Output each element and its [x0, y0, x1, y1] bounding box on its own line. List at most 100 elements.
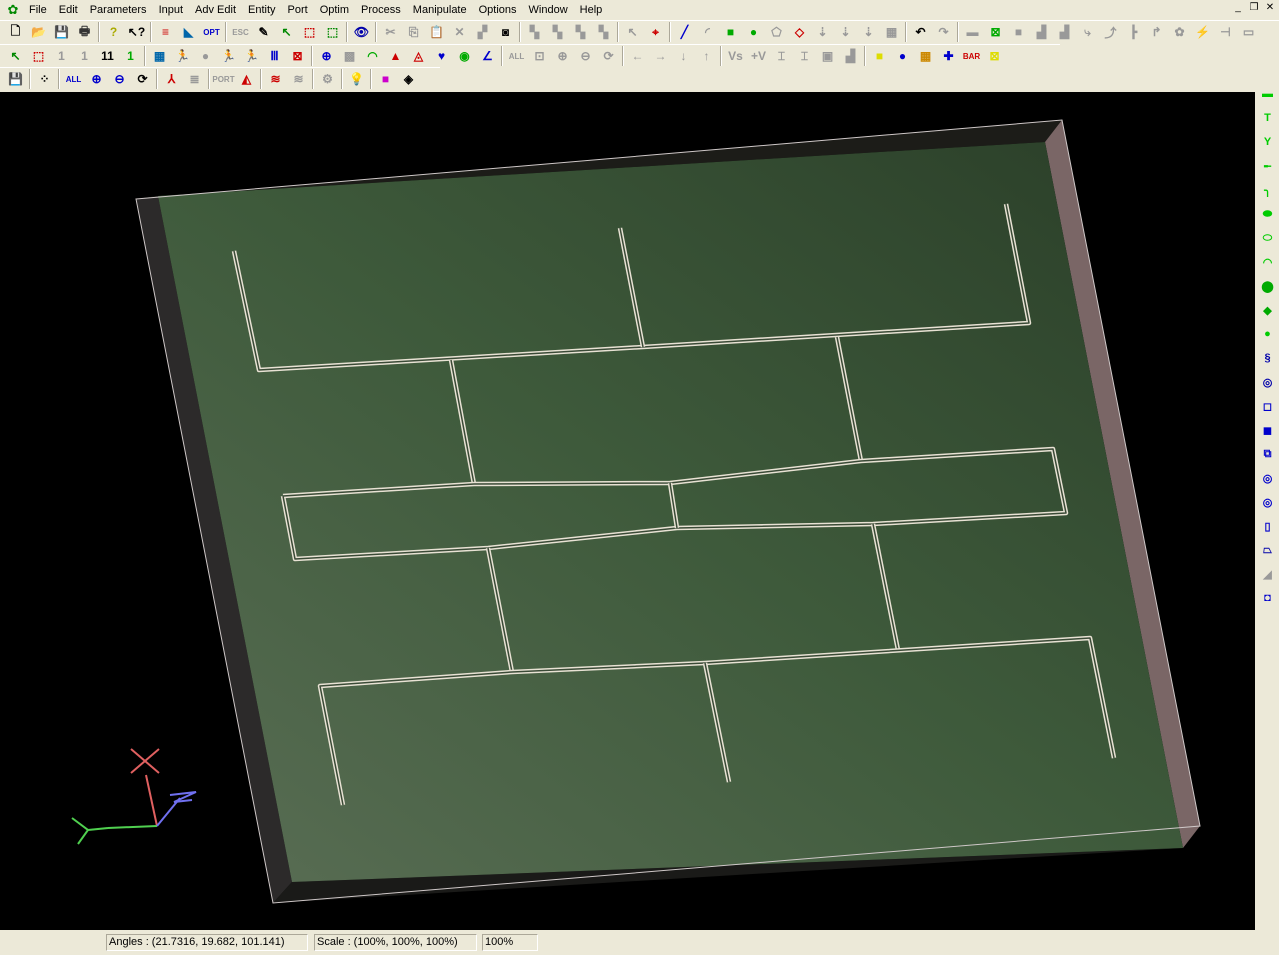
all-icon[interactable]: ALL — [62, 68, 85, 90]
copy-icon[interactable]: ⎘ — [402, 21, 425, 43]
box1c-icon[interactable]: 1 — [119, 45, 142, 67]
close-button[interactable]: ✕ — [1263, 2, 1277, 15]
align3-icon[interactable]: ▚ — [569, 21, 592, 43]
zoom-out-icon[interactable]: ⊖ — [108, 68, 131, 90]
box1b-icon[interactable]: 1 — [73, 45, 96, 67]
box1-icon[interactable]: 1 — [50, 45, 73, 67]
save-icon[interactable]: 💾 — [50, 21, 73, 43]
tool12-icon[interactable]: ⊣ — [1214, 21, 1237, 43]
run3-icon[interactable]: 🏃 — [240, 45, 263, 67]
angle-icon[interactable]: ◭ — [235, 68, 258, 90]
menu-window[interactable]: Window — [523, 4, 574, 16]
restore-button[interactable]: ❐ — [1247, 2, 1261, 15]
helix-icon[interactable]: ◎ — [1256, 370, 1279, 394]
context-help-icon[interactable]: ↖? — [125, 21, 148, 43]
undo-icon[interactable]: ↶ — [909, 21, 932, 43]
dim2-icon[interactable]: ⌶ — [793, 45, 816, 67]
align1-icon[interactable]: ▚ — [523, 21, 546, 43]
tool5-icon[interactable]: ▟ — [1053, 21, 1076, 43]
cut-icon[interactable]: ✂ — [379, 21, 402, 43]
tool10-icon[interactable]: ✿ — [1168, 21, 1191, 43]
sphere-icon[interactable]: ● — [891, 45, 914, 67]
align4-icon[interactable]: ▚ — [592, 21, 615, 43]
mesh-icon[interactable]: ▦ — [148, 45, 171, 67]
bar-icon[interactable]: BAR — [960, 45, 983, 67]
copy-shape-icon[interactable]: ⧉ — [1256, 442, 1279, 466]
snap-icon[interactable]: ⌖ — [644, 21, 667, 43]
menu-entity[interactable]: Entity — [242, 4, 282, 16]
menu-options[interactable]: Options — [473, 4, 523, 16]
tool11-icon[interactable]: ⚡ — [1191, 21, 1214, 43]
all-icon[interactable]: ALL — [505, 45, 528, 67]
tool2-icon[interactable]: ⊠ — [984, 21, 1007, 43]
spiral-icon[interactable]: § — [1256, 346, 1279, 370]
color-box-icon[interactable]: ■ — [374, 68, 397, 90]
tube-icon[interactable]: ▯ — [1256, 514, 1279, 538]
y-junction-icon[interactable]: Y — [1256, 130, 1279, 154]
align2-icon[interactable]: ▚ — [546, 21, 569, 43]
menu-help[interactable]: Help — [574, 4, 609, 16]
up-arrow-icon[interactable]: ↑ — [695, 45, 718, 67]
box-icon[interactable]: ▣ — [816, 45, 839, 67]
wave-icon[interactable]: ≋ — [264, 68, 287, 90]
xy-icon[interactable]: ⊠ — [983, 45, 1006, 67]
3d-scene[interactable] — [0, 92, 1255, 930]
delete-icon[interactable]: ✕ — [448, 21, 471, 43]
app-logo-icon[interactable]: ✿ — [3, 1, 23, 19]
opt-icon[interactable]: OPT — [200, 21, 223, 43]
refresh-icon[interactable]: ⟳ — [597, 45, 620, 67]
snapshot-icon[interactable]: ◙ — [494, 21, 517, 43]
line-tool-icon[interactable]: ▬ — [1256, 82, 1279, 106]
select-box2-icon[interactable]: ⬚ — [321, 21, 344, 43]
axes-icon[interactable]: ⅄ — [160, 68, 183, 90]
right-arrow-icon[interactable]: → — [649, 45, 672, 67]
graph-icon[interactable]: ∠ — [476, 45, 499, 67]
select-box-icon[interactable]: ⬚ — [298, 21, 321, 43]
menu-port[interactable]: Port — [282, 4, 314, 16]
plot-icon[interactable]: ▩ — [338, 45, 361, 67]
square-icon[interactable]: ◻ — [1256, 394, 1279, 418]
rectangle-icon[interactable]: ■ — [719, 21, 742, 43]
shape-icon[interactable]: ◇ — [788, 21, 811, 43]
minimize-button[interactable]: _ — [1231, 2, 1245, 15]
stop-icon[interactable]: ● — [194, 45, 217, 67]
polygon-icon[interactable]: ⬠ — [765, 21, 788, 43]
box11-icon[interactable]: 11 — [96, 45, 119, 67]
3d-view-canvas[interactable] — [0, 92, 1255, 930]
dim1-icon[interactable]: ⌶ — [770, 45, 793, 67]
ring-icon[interactable]: ⬭ — [1256, 226, 1279, 250]
heart-icon[interactable]: ♥ — [430, 45, 453, 67]
arc-plot-icon[interactable]: ◠ — [361, 45, 384, 67]
open-folder-icon[interactable]: 📂 — [27, 21, 50, 43]
pencil-icon[interactable]: ✎ — [252, 21, 275, 43]
wave2-icon[interactable]: ≋ — [287, 68, 310, 90]
layers-icon[interactable]: ≡ — [154, 21, 177, 43]
redo-icon[interactable]: ↷ — [932, 21, 955, 43]
new-file-icon[interactable]: 🗋 — [4, 21, 27, 43]
fill-icon[interactable]: ◈ — [397, 68, 420, 90]
zoom-box-icon[interactable]: ⊡ — [528, 45, 551, 67]
step-icon[interactable]: ╾ — [1256, 154, 1279, 178]
menu-input[interactable]: Input — [153, 4, 189, 16]
pattern-icon[interactable]: ◬ — [407, 45, 430, 67]
menu-parameters[interactable]: Parameters — [84, 4, 153, 16]
color3-icon[interactable]: ▦ — [914, 45, 937, 67]
menu-file[interactable]: File — [23, 4, 53, 16]
tee-icon[interactable]: T — [1256, 106, 1279, 130]
paste-icon[interactable]: 📋 — [425, 21, 448, 43]
grid-dots-icon[interactable]: ⁘ — [33, 68, 56, 90]
tool1-icon[interactable]: ▬ — [961, 21, 984, 43]
zoom-in-icon[interactable]: ⊕ — [551, 45, 574, 67]
bulb-icon[interactable]: 💡 — [345, 68, 368, 90]
tool7-icon[interactable]: ⤴ — [1099, 21, 1122, 43]
tool13-icon[interactable]: ▭ — [1237, 21, 1260, 43]
tool8-icon[interactable]: ┣ — [1122, 21, 1145, 43]
select-red-icon[interactable]: ⬚ — [27, 45, 50, 67]
trap-icon[interactable]: ⏢ — [1256, 538, 1279, 562]
menu-edit[interactable]: Edit — [53, 4, 84, 16]
port-icon[interactable]: PORT — [212, 68, 235, 90]
select-green-icon[interactable]: ↖ — [4, 45, 27, 67]
view-eye-icon[interactable]: 👁 — [350, 21, 373, 43]
window-icon[interactable]: ⊠ — [286, 45, 309, 67]
tool9-icon[interactable]: ↱ — [1145, 21, 1168, 43]
